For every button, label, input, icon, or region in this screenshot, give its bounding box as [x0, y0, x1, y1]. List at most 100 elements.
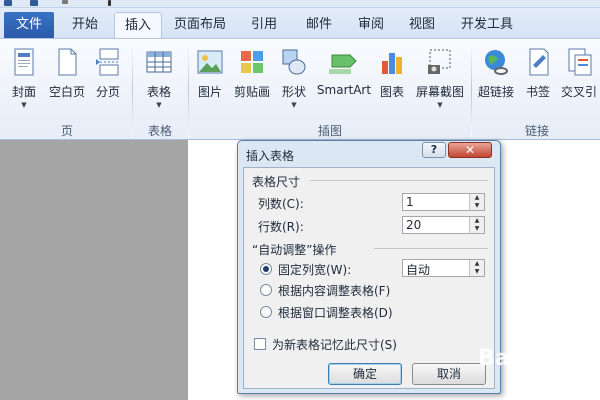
screenshot-button[interactable]: 屏幕截图 ▼ [412, 45, 468, 115]
spin-down-icon: ▼ [474, 268, 480, 275]
close-button[interactable]: ✕ [448, 142, 492, 158]
bookmark-icon [524, 47, 552, 77]
section-divider [374, 248, 488, 249]
fixed-width-radio[interactable] [260, 263, 272, 275]
group-label-links: 链接 [524, 124, 549, 138]
cross-reference-icon [565, 47, 593, 77]
columns-stepper[interactable]: 1 ▲ ▼ [402, 193, 485, 211]
shapes-button[interactable]: 形状 ▼ [276, 45, 312, 115]
picture-button[interactable]: 图片 [192, 45, 228, 115]
help-button[interactable]: ? [422, 142, 446, 158]
group-label-illustrations: 插图 [317, 124, 342, 138]
tab-page-layout[interactable]: 页面布局 [168, 12, 232, 38]
columns-value: 1 [406, 195, 414, 209]
screenshot-label: 屏幕截图 [415, 85, 464, 99]
tab-mailings[interactable]: 邮件 [296, 12, 342, 38]
dialog-body: 表格尺寸 列数(C): 1 ▲ ▼ 行数(R): 20 ▲ ▼ “自动调整”操作 固… [243, 167, 495, 389]
chart-icon [378, 47, 406, 77]
blank-page-icon [53, 47, 81, 77]
tab-developer[interactable]: 开发工具 [452, 12, 522, 38]
cover-button[interactable]: 封面 ▼ [4, 45, 44, 115]
clip-art-icon [238, 47, 266, 77]
group-divider [132, 43, 133, 137]
chevron-down-icon: ▼ [156, 101, 162, 109]
table-button[interactable]: 表格 ▼ [138, 45, 180, 115]
smartart-button[interactable]: SmartArt [316, 45, 372, 115]
spin-up-icon: ▲ [474, 217, 480, 224]
dialog-title: 插入表格 [246, 149, 295, 163]
autofit-window-label: 根据窗口调整表格(D) [278, 306, 393, 320]
ribbon-tab-bar: 文件 开始 插入 页面布局 引用 邮件 审阅 视图 开发工具 [0, 8, 600, 38]
save-icon[interactable] [30, 0, 38, 6]
page-break-label: 分页 [95, 85, 120, 99]
columns-spin-arrows[interactable]: ▲ ▼ [469, 194, 484, 210]
tab-review[interactable]: 审阅 [348, 12, 394, 38]
clip-art-label: 剪贴画 [233, 85, 270, 99]
tab-view[interactable]: 视图 [400, 12, 444, 38]
table-icon [145, 47, 173, 77]
group-label-pages: 页 [60, 124, 73, 138]
tab-file[interactable]: 文件 [4, 12, 54, 38]
smartart-label: SmartArt [316, 83, 372, 97]
picture-icon [196, 47, 224, 77]
insert-table-dialog: 插入表格 ? ✕ 表格尺寸 列数(C): 1 ▲ ▼ 行数(R): 20 ▲ ▼ “… [237, 140, 501, 394]
clip-art-button[interactable]: 剪贴画 [230, 45, 274, 115]
rows-stepper[interactable]: 20 ▲ ▼ [402, 216, 485, 234]
fixed-width-value: 自动 [406, 263, 431, 277]
rows-spin-arrows[interactable]: ▲ ▼ [469, 217, 484, 233]
chart-label: 图表 [379, 85, 404, 99]
page-break-button[interactable]: 分页 [90, 45, 126, 115]
autofit-contents-radio[interactable] [260, 284, 272, 296]
chevron-down-icon: ▼ [21, 101, 27, 109]
autofit-window-radio[interactable] [260, 306, 272, 318]
spin-down-icon: ▼ [474, 225, 480, 232]
fixed-width-stepper[interactable]: 自动 ▲ ▼ [402, 259, 485, 277]
shapes-icon [280, 47, 308, 77]
group-divider [471, 43, 472, 137]
page-break-icon [94, 47, 122, 77]
ok-button[interactable]: 确定 [328, 363, 402, 385]
customize-qat-icon[interactable] [108, 0, 111, 6]
quick-access-toolbar [0, 0, 600, 8]
autofit-contents-label: 根据内容调整表格(F) [278, 284, 391, 298]
table-label: 表格 [146, 85, 171, 99]
baidu-jingyan-watermark: Bai 经验 [478, 346, 569, 371]
cross-reference-button[interactable]: 交叉引 [558, 45, 600, 115]
group-label-tables: 表格 [147, 124, 172, 138]
autofit-section-label: “自动调整”操作 [252, 243, 337, 257]
bookmark-button[interactable]: 书签 [520, 45, 556, 115]
hyperlink-button[interactable]: 超链接 [474, 45, 518, 115]
word-app-icon [4, 0, 12, 6]
chevron-down-icon: ▼ [291, 101, 297, 109]
cross-reference-label: 交叉引 [560, 85, 597, 99]
remember-size-checkbox[interactable] [254, 338, 266, 350]
tab-references[interactable]: 引用 [240, 12, 288, 38]
smartart-icon [326, 47, 362, 77]
rows-value: 20 [406, 218, 422, 232]
group-divider [188, 43, 189, 137]
cover-icon [10, 47, 38, 77]
rows-label: 行数(R): [258, 220, 304, 234]
tab-insert[interactable]: 插入 [114, 12, 162, 38]
hyperlink-label: 超链接 [477, 85, 514, 99]
chevron-down-icon: ▼ [437, 101, 443, 109]
picture-label: 图片 [197, 85, 222, 99]
columns-label: 列数(C): [258, 197, 304, 211]
fixed-width-label: 固定列宽(W): [278, 263, 352, 277]
spin-up-icon: ▲ [474, 260, 480, 267]
ribbon-insert: 封面 ▼ 空白页 分页 页 表格 ▼ 表格 图片 剪贴画 形状 ▼ SmartA… [0, 38, 600, 140]
shapes-label: 形状 [281, 85, 306, 99]
undo-icon[interactable] [62, 0, 68, 4]
cancel-button[interactable]: 取消 [412, 363, 486, 385]
remember-size-label: 为新表格记忆此尺寸(S) [272, 338, 397, 352]
blank-page-label: 空白页 [48, 85, 85, 99]
spin-up-icon: ▲ [474, 194, 480, 201]
globe-link-icon [482, 47, 510, 77]
cover-label: 封面 [11, 85, 36, 99]
blank-page-button[interactable]: 空白页 [46, 45, 88, 115]
screenshot-icon [426, 47, 454, 77]
fixed-width-spin-arrows[interactable]: ▲ ▼ [469, 260, 484, 276]
tab-home[interactable]: 开始 [62, 12, 108, 38]
chart-button[interactable]: 图表 [374, 45, 410, 115]
section-divider [310, 180, 488, 181]
